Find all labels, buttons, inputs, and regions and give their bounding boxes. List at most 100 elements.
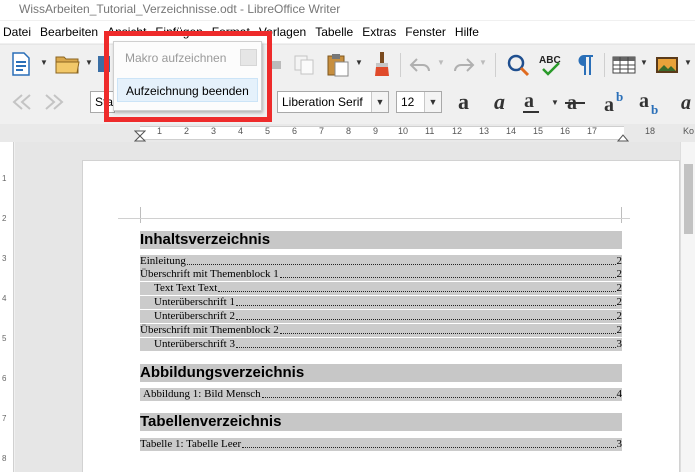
toc-entry-page: 2 [616,296,623,308]
toc-entry[interactable]: Text Text Text 2 [140,282,622,295]
ruler-number: 2 [2,214,7,223]
figures-index-title[interactable]: Abbildungsverzeichnis [140,364,622,382]
ruler-number: 14 [506,126,517,136]
svg-text:a: a [604,94,614,115]
redo-icon[interactable] [450,53,476,77]
ruler-number: 3 [2,254,7,263]
toc-entry-text: Einleitung [140,255,186,267]
toc-entry[interactable]: Unterüberschrift 2 2 [140,310,622,323]
menu-datei[interactable]: Datei [0,25,34,39]
toc-entry-page: 2 [616,282,623,294]
scrollbar-thumb[interactable] [684,164,693,234]
toc-entry[interactable]: Einleitung 2 [140,255,622,268]
superscript-icon[interactable]: ab [602,88,630,116]
toc-entry-text: Überschrift mit Themenblock 2 [140,324,279,336]
open-dropdown-icon[interactable]: ▼ [85,58,93,67]
vertical-scrollbar[interactable] [680,142,695,472]
insert-image-icon[interactable] [654,53,680,77]
italic-icon[interactable]: a [490,88,514,116]
toc-entry-page: 3 [616,338,623,350]
paste-icon[interactable] [323,51,353,79]
ruler-number: 3 [211,126,217,136]
toc-entry-text: Text Text Text [154,282,218,294]
toc-entry[interactable]: Unterüberschrift 3 3 [140,338,622,351]
figure-entry-text: Abbildung 1: Bild Mensch [143,388,261,400]
toolbar-separator [400,53,401,77]
svg-text:a: a [681,92,691,114]
toc-entry[interactable]: Überschrift mit Themenblock 1 2 [140,268,622,281]
copy-icon[interactable] [292,53,316,77]
spelling-icon[interactable]: ABC [537,51,565,79]
open-folder-icon[interactable] [54,51,82,77]
ruler-number: 16 [560,126,571,136]
image-dropdown-icon[interactable]: ▼ [684,58,692,67]
toc-entry-text: Unterüberschrift 3 [154,338,235,350]
ruler-number: 15 [533,126,544,136]
chevron-down-icon[interactable]: ▼ [424,92,441,112]
font-size-value: 12 [401,95,415,109]
toc-entry-page: 2 [616,268,623,280]
underline-dropdown-icon[interactable]: ▼ [551,98,559,107]
toc-entry[interactable]: Unterüberschrift 1 2 [140,296,622,309]
navigate-back-icon[interactable] [8,90,34,114]
window-title: WissArbeiten_Tutorial_Verzeichnisse.odt … [0,0,695,20]
table-dropdown-icon[interactable]: ▼ [640,58,648,67]
ruler-number: 17 [587,126,598,136]
figure-index-entry[interactable]: Abbildung 1: Bild Mensch 4 [140,388,622,401]
left-indent-marker-icon[interactable] [134,130,146,142]
ruler-tail: Ko [683,126,695,136]
tables-index-title[interactable]: Tabellenverzeichnis [140,413,622,431]
menu-fenster[interactable]: Fenster [402,25,449,39]
table-index-entry[interactable]: Tabelle 1: Tabelle Leer 3 [140,438,622,451]
ruler-number: 7 [2,414,7,423]
character-format-icon[interactable]: a [678,88,695,116]
formatting-marks-icon[interactable] [572,51,598,79]
menu-bearbeiten[interactable]: Bearbeiten [37,25,101,39]
paste-dropdown-icon[interactable]: ▼ [355,58,363,67]
dot-leader [186,255,616,265]
dot-leader [235,310,616,320]
figure-entry-page: 4 [616,388,623,400]
vertical-ruler[interactable]: 1 2 3 4 5 6 7 8 [0,142,14,472]
undo-icon[interactable] [408,53,434,77]
menu-hilfe[interactable]: Hilfe [452,25,482,39]
clone-formatting-icon[interactable] [370,50,394,78]
font-size-combo[interactable]: 12 ▼ [396,91,442,113]
toc-title[interactable]: Inhaltsverzeichnis [140,231,622,249]
undo-dropdown-icon[interactable]: ▼ [437,58,445,67]
ruler-number: 1 [157,126,163,136]
ruler-number: 12 [452,126,463,136]
horizontal-ruler[interactable]: 1 2 3 4 5 6 7 8 9 10 11 12 13 14 15 16 1… [0,124,695,142]
find-replace-icon[interactable] [503,51,531,79]
toc-entry[interactable]: Überschrift mit Themenblock 2 2 [140,324,622,337]
insert-table-icon[interactable] [611,53,637,77]
redo-dropdown-icon[interactable]: ▼ [479,58,487,67]
font-name-combo[interactable]: Liberation Serif ▼ [277,91,389,113]
chevron-down-icon[interactable]: ▼ [371,92,388,112]
highlight-annotation [104,31,272,122]
menu-extras[interactable]: Extras [359,25,399,39]
menu-tabelle[interactable]: Tabelle [312,25,356,39]
table-entry-text: Tabelle 1: Tabelle Leer [140,438,242,450]
toc-entry-page: 2 [616,310,623,322]
ruler-number: 5 [265,126,271,136]
subscript-icon[interactable]: ab [637,88,665,116]
navigate-forward-icon[interactable] [42,90,68,114]
new-dropdown-icon[interactable]: ▼ [40,58,48,67]
ruler-number: 5 [2,334,7,343]
strikethrough-icon[interactable]: a [563,88,587,116]
ruler-number: 13 [479,126,490,136]
underline-icon[interactable]: a [520,88,544,116]
dot-leader [242,438,616,448]
ruler-number: 11 [425,126,435,136]
svg-text:a: a [639,90,649,112]
new-document-icon[interactable] [8,51,34,77]
ruler-number: 10 [398,126,409,136]
table-entry-page: 3 [616,438,623,450]
toolbar-separator [495,53,496,77]
right-indent-marker-icon[interactable] [617,130,629,142]
bold-icon[interactable]: a [455,88,479,116]
ruler-number: 4 [2,294,7,303]
ruler-number: 8 [346,126,352,136]
toc-entry-page: 2 [616,324,623,336]
